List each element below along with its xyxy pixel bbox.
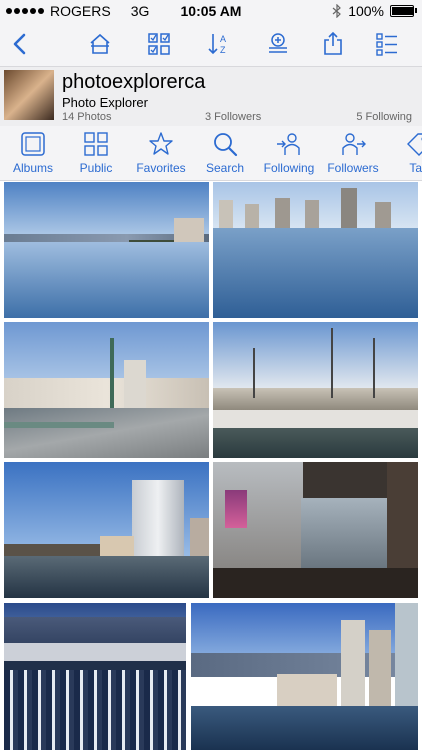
- tab-label: Albums: [12, 161, 53, 175]
- tab-bar: Albums Public Favorites Search Following…: [0, 126, 422, 181]
- back-icon: [13, 33, 26, 55]
- photo-thumbnail[interactable]: [4, 182, 209, 318]
- photo-count: 14 Photos: [62, 111, 112, 123]
- photo-thumbnail[interactable]: [213, 322, 418, 458]
- sort-az-icon: A Z: [208, 34, 226, 55]
- tab-label: Favorites: [136, 161, 186, 175]
- home-icon: [90, 33, 110, 54]
- tab-label: Following: [263, 161, 315, 175]
- select-button[interactable]: [143, 28, 175, 60]
- tab-followers[interactable]: Followers: [325, 130, 381, 175]
- tab-albums[interactable]: Albums: [8, 130, 58, 175]
- following-count[interactable]: 5 Following: [356, 111, 412, 123]
- add-stack-icon: [269, 33, 287, 53]
- avatar[interactable]: [4, 70, 54, 120]
- star-icon: [149, 132, 173, 155]
- search-icon: [214, 133, 238, 157]
- display-name: Photo Explorer: [62, 95, 148, 110]
- followers-count[interactable]: 3 Followers: [205, 111, 261, 123]
- profile-header: photoexplorerca Photo Explorer 14 Photos…: [0, 66, 422, 127]
- username: photoexplorerca: [62, 71, 206, 93]
- tab-favorites[interactable]: Favorites: [132, 130, 190, 175]
- battery-icon: [390, 5, 417, 17]
- photo-thumbnail[interactable]: [213, 182, 418, 318]
- tab-public[interactable]: Public: [73, 130, 119, 175]
- tab-tag[interactable]: Tag: [396, 130, 422, 175]
- sort-button[interactable]: A Z: [203, 28, 235, 60]
- share-icon: [324, 31, 342, 55]
- photo-thumbnail[interactable]: [4, 462, 209, 598]
- photo-thumbnail[interactable]: [4, 603, 186, 750]
- home-button[interactable]: [84, 28, 116, 60]
- bluetooth-icon: [332, 4, 342, 18]
- battery-percent: 100%: [348, 3, 384, 19]
- photo-thumbnail[interactable]: [213, 462, 418, 598]
- add-button[interactable]: [262, 28, 294, 60]
- tag-icon: [407, 133, 422, 156]
- list-button[interactable]: [371, 28, 403, 60]
- tab-label: Search: [205, 161, 245, 175]
- photo-thumbnail[interactable]: [191, 603, 418, 750]
- checklist-grid-icon: [148, 33, 170, 55]
- photo-thumbnail[interactable]: [4, 322, 209, 458]
- share-button[interactable]: [317, 28, 349, 60]
- followers-icon: [342, 133, 366, 155]
- tab-search[interactable]: Search: [202, 130, 248, 175]
- toolbar: A Z: [0, 22, 422, 66]
- grid-icon: [84, 132, 108, 156]
- tab-label: Public: [79, 161, 113, 175]
- tab-following[interactable]: Following: [261, 130, 317, 175]
- status-bar: ROGERS 3G 10:05 AM 100%: [0, 0, 422, 22]
- tab-label: Followers: [327, 161, 379, 175]
- albums-icon: [21, 132, 45, 156]
- following-icon: [277, 133, 300, 155]
- svg-text:Z: Z: [220, 45, 226, 55]
- list-icon: [376, 33, 397, 56]
- svg-text:A: A: [220, 34, 226, 44]
- back-button[interactable]: [4, 28, 36, 60]
- tab-label: Tag: [409, 161, 422, 175]
